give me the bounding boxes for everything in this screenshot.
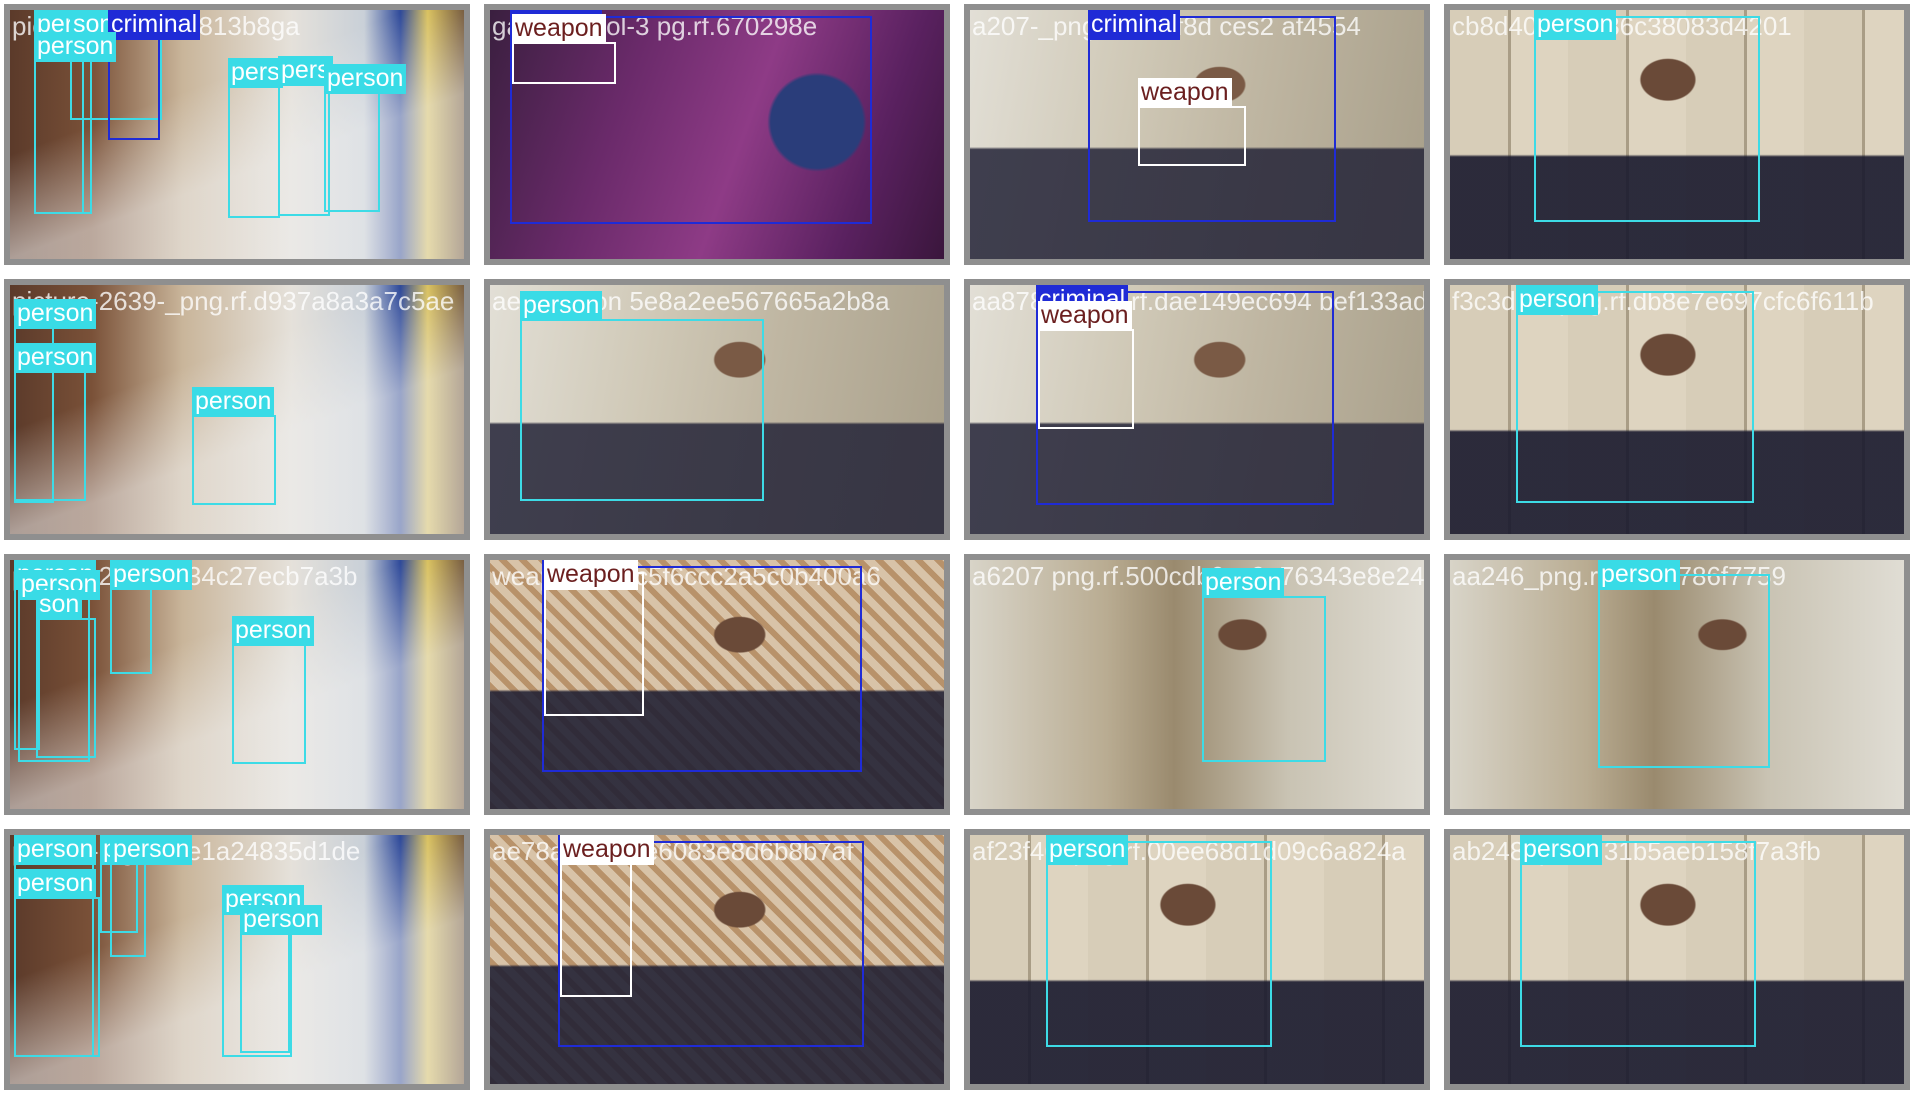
camera-frame-image: picture-26 rf.d134c27ecb7a3bpersonperson… bbox=[4, 554, 470, 815]
camera-frame-image: a6207 png.rf.500cdb0cc9a76343e8e2415 pers… bbox=[964, 554, 1430, 815]
camera-frame-image: ae4 person 5e8a2ee567665a2b8a person bbox=[484, 279, 950, 540]
camera-frame-image: aa87849 png.rf.dae149ec694 bef133ad84fb c… bbox=[964, 279, 1430, 540]
bounding-box-person bbox=[1520, 841, 1756, 1047]
class-label-person: person bbox=[1598, 560, 1681, 590]
detection-tile[interactable]: f3c3d48_png.rf.db8e7e697cfc6f611b person bbox=[1440, 275, 1920, 550]
bounding-box-person bbox=[228, 86, 280, 218]
bounding-box-person bbox=[110, 576, 152, 674]
class-label-person: person bbox=[232, 616, 315, 646]
bounding-box-person bbox=[36, 618, 96, 758]
class-label-person: person bbox=[110, 560, 193, 590]
class-label-person: person bbox=[14, 343, 97, 373]
detection-tile[interactable]: aa246_png.rf ef04a786f7759 person bbox=[1440, 550, 1920, 825]
detection-tile[interactable]: picture-26 rf.d134c27ecb7a3bpersonperson… bbox=[0, 550, 480, 825]
camera-frame-image: f3c3d48_png.rf.db8e7e697cfc6f611b person bbox=[1444, 279, 1910, 540]
detection-tile[interactable]: ab248_pn 5d31b5aeb158f7a3fb person bbox=[1440, 825, 1920, 1100]
class-label-person: person bbox=[520, 291, 603, 321]
class-label-person: person bbox=[14, 299, 97, 329]
camera-frame-image: aa246_png.rf ef04a786f7759 person bbox=[1444, 554, 1910, 815]
class-label-person: person bbox=[14, 869, 97, 899]
camera-frame-image: picture-2639-_png.rf.d937a8a3a7c5ae perso… bbox=[4, 279, 470, 540]
class-label-weapon: weapon bbox=[1038, 301, 1132, 331]
class-label-person: person bbox=[1516, 285, 1599, 315]
class-label-person: person bbox=[1520, 835, 1603, 865]
camera-frame-image: ae78a 83360e6083e8d6b8b7afcriminalweapon bbox=[484, 829, 950, 1090]
camera-frame-image: cb8d40_ ic3c86c38083d4201 person bbox=[1444, 4, 1910, 265]
detection-tile[interactable]: weapon f-96c5f6ccc2a5c0b400a6criminalwea… bbox=[480, 550, 960, 825]
bounding-box-person bbox=[1046, 841, 1272, 1047]
class-label-criminal: criminal bbox=[108, 10, 201, 40]
bounding-box-person bbox=[324, 92, 380, 212]
bounding-box-person bbox=[34, 60, 92, 214]
detection-tile[interactable]: ae4 person 5e8a2ee567665a2b8a person bbox=[480, 275, 960, 550]
class-label-person: person bbox=[1202, 568, 1285, 598]
bounding-box-person bbox=[110, 857, 146, 957]
bounding-box-person bbox=[1516, 291, 1754, 503]
bounding-box-weapon bbox=[560, 853, 632, 997]
camera-frame-image: af23f46_png.rf.00ee68d1d09c6a824a person bbox=[964, 829, 1430, 1090]
bounding-box-person bbox=[1534, 16, 1760, 222]
class-label-person: son bbox=[36, 590, 83, 620]
class-label-weapon: weapon bbox=[560, 835, 654, 865]
filename-caption: a6207 png.rf.500cdb0cc9a76343e8e2415 bbox=[972, 561, 1430, 591]
bounding-box-person bbox=[1598, 574, 1770, 768]
detection-tile[interactable]: pict g.rf.f597862813b8gapersonsoncrimina… bbox=[0, 0, 480, 275]
detection-tile[interactable]: a6207 png.rf.500cdb0cc9a76343e8e2415 pers… bbox=[960, 550, 1440, 825]
class-label-weapon: weapon bbox=[544, 560, 638, 590]
class-label-criminal: criminal bbox=[1088, 10, 1181, 40]
class-label-person: person bbox=[324, 64, 407, 94]
camera-frame-image: ab248_pn 5d31b5aeb158f7a3fb person bbox=[1444, 829, 1910, 1090]
detection-tile[interactable]: aa87849 png.rf.dae149ec694 bef133ad84fb c… bbox=[960, 275, 1440, 550]
bounding-box-person bbox=[14, 371, 86, 501]
bounding-box-person bbox=[278, 84, 330, 216]
bounding-box-person bbox=[232, 644, 306, 764]
class-label-person: person bbox=[1046, 835, 1129, 865]
camera-frame-image: picture-2 g.rf.f4e1a24835d1depersonperso… bbox=[4, 829, 470, 1090]
bounding-box-weapon bbox=[1138, 106, 1246, 166]
detection-tile[interactable]: af23f46_png.rf.00ee68d1d09c6a824a person bbox=[960, 825, 1440, 1100]
detection-tile[interactable]: picture-2 g.rf.f4e1a24835d1depersonperso… bbox=[0, 825, 480, 1100]
class-label-person: person bbox=[14, 835, 97, 865]
bounding-box-person bbox=[240, 933, 290, 1053]
class-label-weapon: weapon bbox=[512, 14, 606, 44]
bounding-box-person bbox=[192, 415, 276, 505]
detection-tile[interactable]: cb8d40_ ic3c86c38083d4201 person bbox=[1440, 0, 1920, 275]
class-label-weapon: weapon bbox=[1138, 78, 1232, 108]
class-label-person: person bbox=[192, 387, 275, 417]
bounding-box-weapon bbox=[1038, 329, 1134, 429]
bounding-box-weapon bbox=[512, 42, 616, 84]
bounding-box-person bbox=[14, 897, 100, 1057]
class-label-person: pers bbox=[228, 58, 283, 88]
bounding-box-person bbox=[520, 319, 764, 501]
camera-frame-image: pict g.rf.f597862813b8gapersonsoncrimina… bbox=[4, 4, 470, 265]
camera-frame-image: a207-_png 8f 676f8d ces2 af4554criminalw… bbox=[964, 4, 1430, 265]
class-label-person: person bbox=[110, 835, 193, 865]
bounding-box-weapon bbox=[544, 572, 644, 716]
detection-grid: pict g.rf.f597862813b8gapersonsoncrimina… bbox=[0, 0, 1920, 1100]
camera-frame-image: ga air-pistol-3 pg.rf.670298ecriminalwea… bbox=[484, 4, 950, 265]
class-label-person: person bbox=[1534, 10, 1617, 40]
camera-frame-image: weapon f-96c5f6ccc2a5c0b400a6criminalwea… bbox=[484, 554, 950, 815]
detection-tile[interactable]: a207-_png 8f 676f8d ces2 af4554criminalw… bbox=[960, 0, 1440, 275]
detection-tile[interactable]: picture-2639-_png.rf.d937a8a3a7c5ae perso… bbox=[0, 275, 480, 550]
class-label-person: person bbox=[34, 32, 117, 62]
detection-tile[interactable]: ae78a 83360e6083e8d6b8b7afcriminalweapon bbox=[480, 825, 960, 1100]
bounding-box-person bbox=[1202, 596, 1326, 762]
class-label-person: person bbox=[240, 905, 323, 935]
detection-tile[interactable]: ga air-pistol-3 pg.rf.670298ecriminalwea… bbox=[480, 0, 960, 275]
